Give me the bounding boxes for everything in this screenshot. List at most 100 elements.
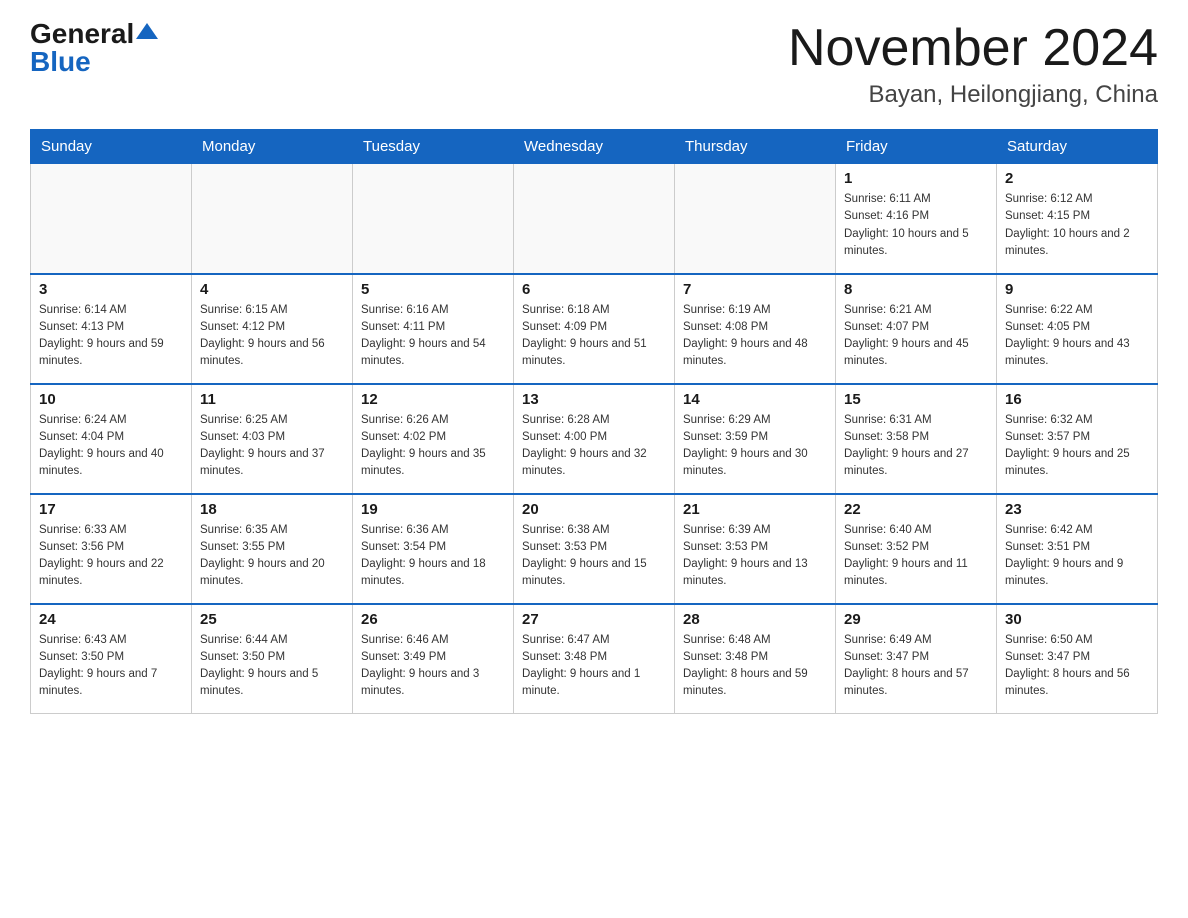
day-number: 2 [1005,170,1149,187]
day-info: Sunrise: 6:38 AMSunset: 3:53 PMDaylight:… [522,522,666,591]
table-row: 11 Sunrise: 6:25 AMSunset: 4:03 PMDayligh… [192,384,353,494]
table-row: 4 Sunrise: 6:15 AMSunset: 4:12 PMDaylight… [192,274,353,384]
day-number: 28 [683,611,827,628]
day-number: 15 [844,391,988,408]
table-row [514,164,675,274]
table-row: 16Sunrise: 6:32 AMSunset: 3:57 PMDayligh… [997,384,1158,494]
day-number: 5 [361,281,505,298]
day-number: 21 [683,501,827,518]
table-row: 23Sunrise: 6:42 AMSunset: 3:51 PMDayligh… [997,494,1158,604]
day-info: Sunrise: 6:19 AMSunset: 4:08 PMDaylight:… [683,302,827,371]
day-number: 9 [1005,281,1149,298]
day-number: 30 [1005,611,1149,628]
day-number: 24 [39,611,183,628]
week-row-3: 10 Sunrise: 6:24 AMSunset: 4:04 PMDayligh… [31,384,1158,494]
logo: General Blue [30,20,158,76]
weekday-header-thursday: Thursday [675,130,836,164]
day-number: 26 [361,611,505,628]
table-row: 28 Sunrise: 6:48 AMSunset: 3:48 PMDayligh… [675,604,836,714]
table-row: 19 Sunrise: 6:36 AMSunset: 3:54 PMDayligh… [353,494,514,604]
calendar-table: SundayMondayTuesdayWednesdayThursdayFrid… [30,129,1158,714]
weekday-header-monday: Monday [192,130,353,164]
day-info: Sunrise: 6:43 AMSunset: 3:50 PMDaylight:… [39,632,183,701]
table-row: 18Sunrise: 6:35 AMSunset: 3:55 PMDayligh… [192,494,353,604]
table-row: 30 Sunrise: 6:50 AMSunset: 3:47 PMDayligh… [997,604,1158,714]
day-info: Sunrise: 6:31 AMSunset: 3:58 PMDaylight:… [844,412,988,481]
day-info: Sunrise: 6:44 AMSunset: 3:50 PMDaylight:… [200,632,344,701]
table-row: 6Sunrise: 6:18 AMSunset: 4:09 PMDaylight… [514,274,675,384]
day-info: Sunrise: 6:14 AMSunset: 4:13 PMDaylight:… [39,302,183,371]
day-info: Sunrise: 6:15 AMSunset: 4:12 PMDaylight:… [200,302,344,371]
table-row: 9 Sunrise: 6:22 AMSunset: 4:05 PMDaylight… [997,274,1158,384]
day-info: Sunrise: 6:40 AMSunset: 3:52 PMDaylight:… [844,522,988,591]
day-number: 18 [200,501,344,518]
table-row: 2Sunrise: 6:12 AMSunset: 4:15 PMDaylight… [997,164,1158,274]
day-number: 7 [683,281,827,298]
day-info: Sunrise: 6:32 AMSunset: 3:57 PMDaylight:… [1005,412,1149,481]
day-number: 11 [200,391,344,408]
day-number: 19 [361,501,505,518]
day-info: Sunrise: 6:16 AMSunset: 4:11 PMDaylight:… [361,302,505,371]
table-row: 10 Sunrise: 6:24 AMSunset: 4:04 PMDayligh… [31,384,192,494]
table-row: 25 Sunrise: 6:44 AMSunset: 3:50 PMDayligh… [192,604,353,714]
day-info: Sunrise: 6:24 AMSunset: 4:04 PMDaylight:… [39,412,183,481]
day-number: 1 [844,170,988,187]
day-info: Sunrise: 6:47 AMSunset: 3:48 PMDaylight:… [522,632,666,701]
day-info: Sunrise: 6:25 AMSunset: 4:03 PMDaylight:… [200,412,344,481]
table-row: 7 Sunrise: 6:19 AMSunset: 4:08 PMDaylight… [675,274,836,384]
table-row: 13Sunrise: 6:28 AMSunset: 4:00 PMDayligh… [514,384,675,494]
table-row: 5 Sunrise: 6:16 AMSunset: 4:11 PMDaylight… [353,274,514,384]
logo-general-text: General [30,20,134,48]
table-row: 24 Sunrise: 6:43 AMSunset: 3:50 PMDayligh… [31,604,192,714]
table-row: 21 Sunrise: 6:39 AMSunset: 3:53 PMDayligh… [675,494,836,604]
week-row-5: 24 Sunrise: 6:43 AMSunset: 3:50 PMDayligh… [31,604,1158,714]
logo-icon [136,21,158,43]
table-row [353,164,514,274]
week-row-1: 1 Sunrise: 6:11 AMSunset: 4:16 PMDaylight… [31,164,1158,274]
day-info: Sunrise: 6:39 AMSunset: 3:53 PMDaylight:… [683,522,827,591]
week-row-4: 17Sunrise: 6:33 AMSunset: 3:56 PMDayligh… [31,494,1158,604]
table-row: 22 Sunrise: 6:40 AMSunset: 3:52 PMDayligh… [836,494,997,604]
day-info: Sunrise: 6:29 AMSunset: 3:59 PMDaylight:… [683,412,827,481]
day-info: Sunrise: 6:11 AMSunset: 4:16 PMDaylight:… [844,191,988,260]
table-row: 15 Sunrise: 6:31 AMSunset: 3:58 PMDayligh… [836,384,997,494]
table-row: 26 Sunrise: 6:46 AMSunset: 3:49 PMDayligh… [353,604,514,714]
table-row: 1 Sunrise: 6:11 AMSunset: 4:16 PMDaylight… [836,164,997,274]
day-info: Sunrise: 6:50 AMSunset: 3:47 PMDaylight:… [1005,632,1149,701]
day-number: 23 [1005,501,1149,518]
day-info: Sunrise: 6:28 AMSunset: 4:00 PMDaylight:… [522,412,666,481]
weekday-header-wednesday: Wednesday [514,130,675,164]
table-row: 14Sunrise: 6:29 AMSunset: 3:59 PMDayligh… [675,384,836,494]
day-number: 3 [39,281,183,298]
day-info: Sunrise: 6:48 AMSunset: 3:48 PMDaylight:… [683,632,827,701]
day-info: Sunrise: 6:46 AMSunset: 3:49 PMDaylight:… [361,632,505,701]
day-info: Sunrise: 6:18 AMSunset: 4:09 PMDaylight:… [522,302,666,371]
week-row-2: 3 Sunrise: 6:14 AMSunset: 4:13 PMDaylight… [31,274,1158,384]
month-title: November 2024 [788,20,1158,77]
day-number: 20 [522,501,666,518]
day-info: Sunrise: 6:49 AMSunset: 3:47 PMDaylight:… [844,632,988,701]
table-row: 20 Sunrise: 6:38 AMSunset: 3:53 PMDayligh… [514,494,675,604]
weekday-header-saturday: Saturday [997,130,1158,164]
table-row: 29Sunrise: 6:49 AMSunset: 3:47 PMDayligh… [836,604,997,714]
location-title: Bayan, Heilongjiang, China [788,81,1158,109]
day-number: 8 [844,281,988,298]
logo-blue-text: Blue [30,48,91,76]
weekday-header-row: SundayMondayTuesdayWednesdayThursdayFrid… [31,130,1158,164]
day-number: 25 [200,611,344,628]
day-info: Sunrise: 6:21 AMSunset: 4:07 PMDaylight:… [844,302,988,371]
day-info: Sunrise: 6:26 AMSunset: 4:02 PMDaylight:… [361,412,505,481]
day-number: 22 [844,501,988,518]
day-number: 10 [39,391,183,408]
weekday-header-sunday: Sunday [31,130,192,164]
header: General Blue November 2024 Bayan, Heilon… [30,20,1158,109]
table-row: 8 Sunrise: 6:21 AMSunset: 4:07 PMDaylight… [836,274,997,384]
table-row [192,164,353,274]
day-number: 27 [522,611,666,628]
day-number: 17 [39,501,183,518]
table-row: 17Sunrise: 6:33 AMSunset: 3:56 PMDayligh… [31,494,192,604]
day-number: 4 [200,281,344,298]
title-area: November 2024 Bayan, Heilongjiang, China [788,20,1158,109]
day-info: Sunrise: 6:22 AMSunset: 4:05 PMDaylight:… [1005,302,1149,371]
day-info: Sunrise: 6:36 AMSunset: 3:54 PMDaylight:… [361,522,505,591]
